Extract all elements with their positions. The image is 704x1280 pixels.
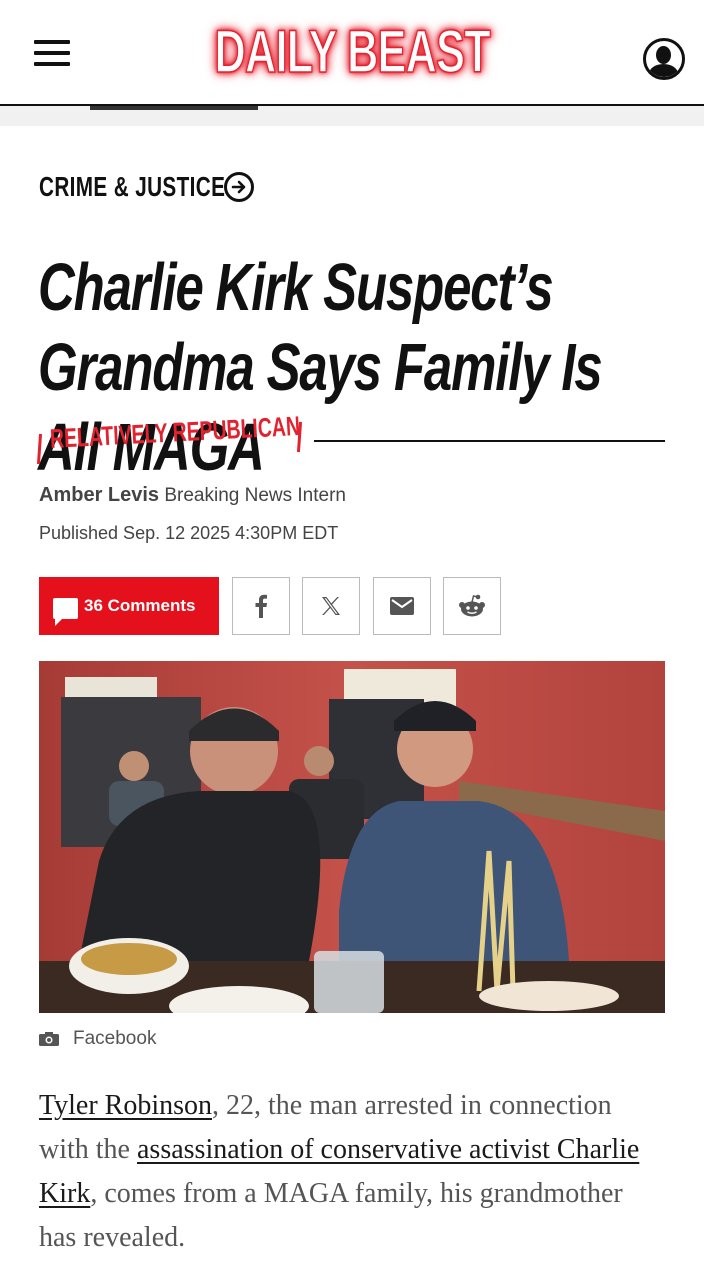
article-rubric: RELATIVELY REPUBLICAN [36,411,665,465]
site-header: DAILY BEAST [0,0,704,106]
section-label: CRIME & JUSTICE [39,171,226,202]
x-icon [322,597,340,615]
site-logo[interactable]: DAILY BEAST [0,14,704,90]
rubric-divider [314,440,665,442]
published-date: Published Sep. 12 2025 4:30PM EDT [39,523,339,543]
nav-strip [0,106,704,126]
author-role: Breaking News Intern [164,485,346,506]
body-text-2: , comes from a MAGA family, his grandmot… [39,1178,623,1253]
tyler-robinson-link[interactable]: Tyler Robinson [39,1090,212,1121]
byline: Amber Levis Breaking News Intern [39,484,346,507]
nav-strip-indicator [90,106,258,110]
photo-credit: Facebook [39,1028,156,1050]
rubric-bar-right [296,421,303,453]
reddit-icon [459,594,485,617]
logo-text: DAILY BEAST [214,17,491,86]
article-photo[interactable] [39,661,665,1013]
facebook-share-button[interactable] [232,577,290,635]
camera-icon [39,1032,59,1046]
email-share-button[interactable] [373,577,431,635]
x-share-button[interactable] [302,577,360,635]
comment-bubble-icon [53,597,78,626]
article-body: Tyler Robinson, 22, the man arrested in … [39,1084,665,1260]
photo-credit-text: Facebook [73,1028,157,1049]
facebook-icon [255,594,267,618]
reddit-share-button[interactable] [443,577,501,635]
comments-button[interactable]: 36 Comments [39,577,219,635]
comments-count: 36 Comments [84,596,196,615]
arrow-circle-icon [224,172,254,202]
section-link[interactable]: CRIME & JUSTICE [39,170,291,204]
rubric-bar-left [36,433,43,465]
author-name[interactable]: Amber Levis [39,484,159,506]
mail-icon [390,597,414,615]
user-icon[interactable] [643,38,685,80]
